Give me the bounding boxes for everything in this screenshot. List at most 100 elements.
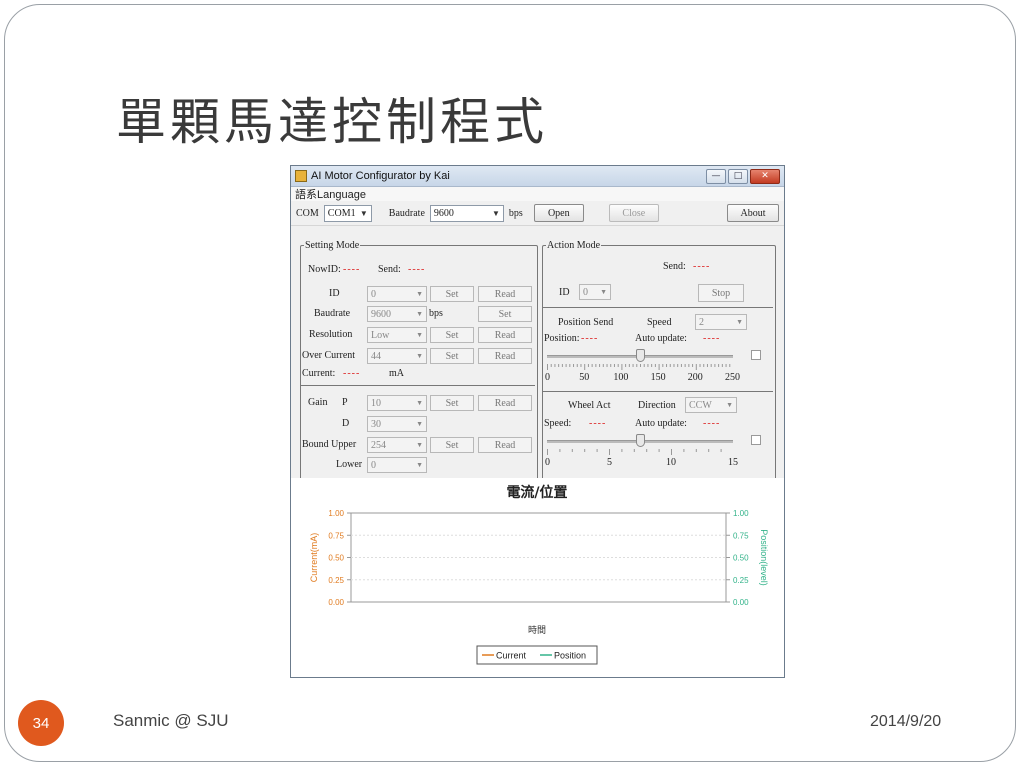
com-select[interactable]: COM1 ▼ [323, 204, 372, 222]
action-id-value: 0 [583, 286, 588, 298]
position-value: ---- [581, 333, 599, 344]
direction-select[interactable]: CCW ▼ [685, 397, 737, 413]
current-unit: mA [389, 368, 404, 379]
chevron-down-icon: ▼ [416, 461, 423, 469]
speed-select[interactable]: 2 ▼ [695, 314, 747, 330]
auto-update-value: ---- [703, 333, 721, 344]
bound-lower-select[interactable]: 0 ▼ [367, 457, 427, 473]
y-tick-label: 0.75 [328, 531, 344, 540]
baudrate-unit: bps [429, 308, 443, 319]
position-send-label: Position Send [558, 317, 614, 328]
wheel-speed-value: ---- [589, 418, 607, 429]
id-read-button[interactable]: Read [478, 286, 532, 302]
baudrate-select[interactable]: 9600 ▼ [429, 204, 504, 222]
stop-button[interactable]: Stop [698, 284, 744, 302]
bound-upper-value: 254 [371, 439, 386, 451]
chevron-down-icon: ▼ [491, 208, 500, 218]
resolution-select[interactable]: Low ▼ [367, 327, 427, 343]
resolution-value: Low [371, 329, 390, 341]
bound-upper-select[interactable]: 254 ▼ [367, 437, 427, 453]
current-value: ---- [343, 368, 361, 379]
over-current-select[interactable]: 44 ▼ [367, 348, 427, 364]
position-auto-checkbox[interactable] [751, 350, 761, 360]
baudrate-value: 9600 [433, 207, 454, 219]
chevron-down-icon: ▼ [416, 331, 423, 339]
wheel-slider-thumb[interactable] [635, 434, 645, 447]
chevron-down-icon: ▼ [416, 352, 423, 360]
baudrate-setting-label: Baudrate [314, 308, 351, 319]
gain-p-value: 10 [371, 397, 381, 409]
send-value: ---- [408, 264, 426, 275]
baudrate-set-button[interactable]: Set [478, 306, 532, 322]
gain-read-button[interactable]: Read [478, 395, 532, 411]
over-current-read-button[interactable]: Read [478, 348, 532, 364]
menubar: 語系Language [291, 187, 784, 201]
resolution-set-button[interactable]: Set [430, 327, 474, 343]
position-tick-label: 50 [579, 372, 590, 383]
gain-set-button[interactable]: Set [430, 395, 474, 411]
resolution-read-button[interactable]: Read [478, 327, 532, 343]
wheel-auto-update-label: Auto update: [635, 418, 687, 429]
gain-d-value: 30 [371, 418, 381, 430]
baudrate-setting-select[interactable]: 9600 ▼ [367, 306, 427, 322]
y2-tick-label: 0.50 [733, 554, 749, 563]
action-send-value: ---- [693, 261, 711, 272]
close-port-button[interactable]: Close [608, 204, 659, 222]
chevron-down-icon: ▼ [359, 208, 368, 218]
gain-label: Gain [308, 397, 328, 408]
divider [543, 307, 773, 308]
action-id-select[interactable]: 0 ▼ [579, 284, 611, 300]
app-icon [295, 170, 307, 182]
id-select[interactable]: 0 ▼ [367, 286, 427, 302]
position-tick-label: 0 [545, 372, 550, 383]
over-current-set-button[interactable]: Set [430, 348, 474, 364]
com-value: COM1 [327, 207, 356, 219]
wheel-tick-label: 10 [666, 457, 676, 468]
divider [301, 385, 535, 386]
minimize-button[interactable]: — [706, 168, 726, 184]
chevron-down-icon: ▼ [600, 288, 607, 296]
current-position-chart: 電流/位置 1.00 0.75 0.50 0.25 0.00 1.00 0.75 0.50 0.2… [309, 484, 769, 665]
app-window: AI Motor Configurator by Kai — □ ✕ 語系Lan… [290, 165, 785, 678]
auto-update-label: Auto update: [635, 333, 687, 344]
current-label: Current: [302, 368, 336, 379]
y2-tick-label: 0.75 [733, 531, 749, 540]
direction-value: CCW [689, 399, 712, 411]
wheel-tick-label: 5 [607, 457, 612, 468]
bound-lower-label: Lower [336, 459, 363, 470]
id-set-button[interactable]: Set [430, 286, 474, 302]
position-slider-ticks [547, 364, 731, 370]
y-tick-label: 1.00 [328, 509, 344, 518]
action-mode-panel: Action Mode Send: ---- ID 0 ▼ Stop Positi… [542, 240, 776, 481]
wheel-tick-label: 15 [728, 457, 738, 468]
gain-p-select[interactable]: 10 ▼ [367, 395, 427, 411]
y2-tick-label: 0.25 [733, 576, 749, 585]
footer-author: Sanmic @ SJU [113, 711, 229, 730]
close-window-button[interactable]: ✕ [750, 168, 780, 184]
com-label: COM [296, 207, 319, 219]
wheel-speed-label: Speed: [544, 418, 572, 429]
x-axis-label: 時間 [528, 625, 546, 636]
maximize-button[interactable]: □ [728, 168, 748, 184]
bound-read-button[interactable]: Read [478, 437, 532, 453]
gain-d-select[interactable]: 30 ▼ [367, 416, 427, 432]
position-tick-label: 250 [725, 372, 740, 383]
baudrate-setting-value: 9600 [371, 308, 391, 320]
setting-mode-panel: Setting Mode NowID: ---- Send: ---- ID 0… [300, 240, 538, 481]
divider [543, 391, 773, 392]
bps-label: bps [508, 207, 523, 219]
wheel-auto-checkbox[interactable] [751, 435, 761, 445]
menu-language[interactable]: 語系Language [295, 186, 366, 202]
bound-set-button[interactable]: Set [430, 437, 474, 453]
open-button[interactable]: Open [533, 204, 584, 222]
y-axis-label: Current(mA) [309, 533, 319, 583]
id-value: 0 [371, 288, 376, 300]
about-button[interactable]: About [727, 204, 779, 222]
y-tick-label: 0.50 [328, 554, 344, 563]
baudrate-label: Baudrate [388, 207, 425, 219]
chevron-down-icon: ▼ [416, 310, 423, 318]
window-title: AI Motor Configurator by Kai [311, 170, 450, 182]
window-titlebar[interactable]: AI Motor Configurator by Kai — □ ✕ [291, 166, 784, 187]
chevron-down-icon: ▼ [416, 441, 423, 449]
position-slider-thumb[interactable] [635, 349, 645, 362]
